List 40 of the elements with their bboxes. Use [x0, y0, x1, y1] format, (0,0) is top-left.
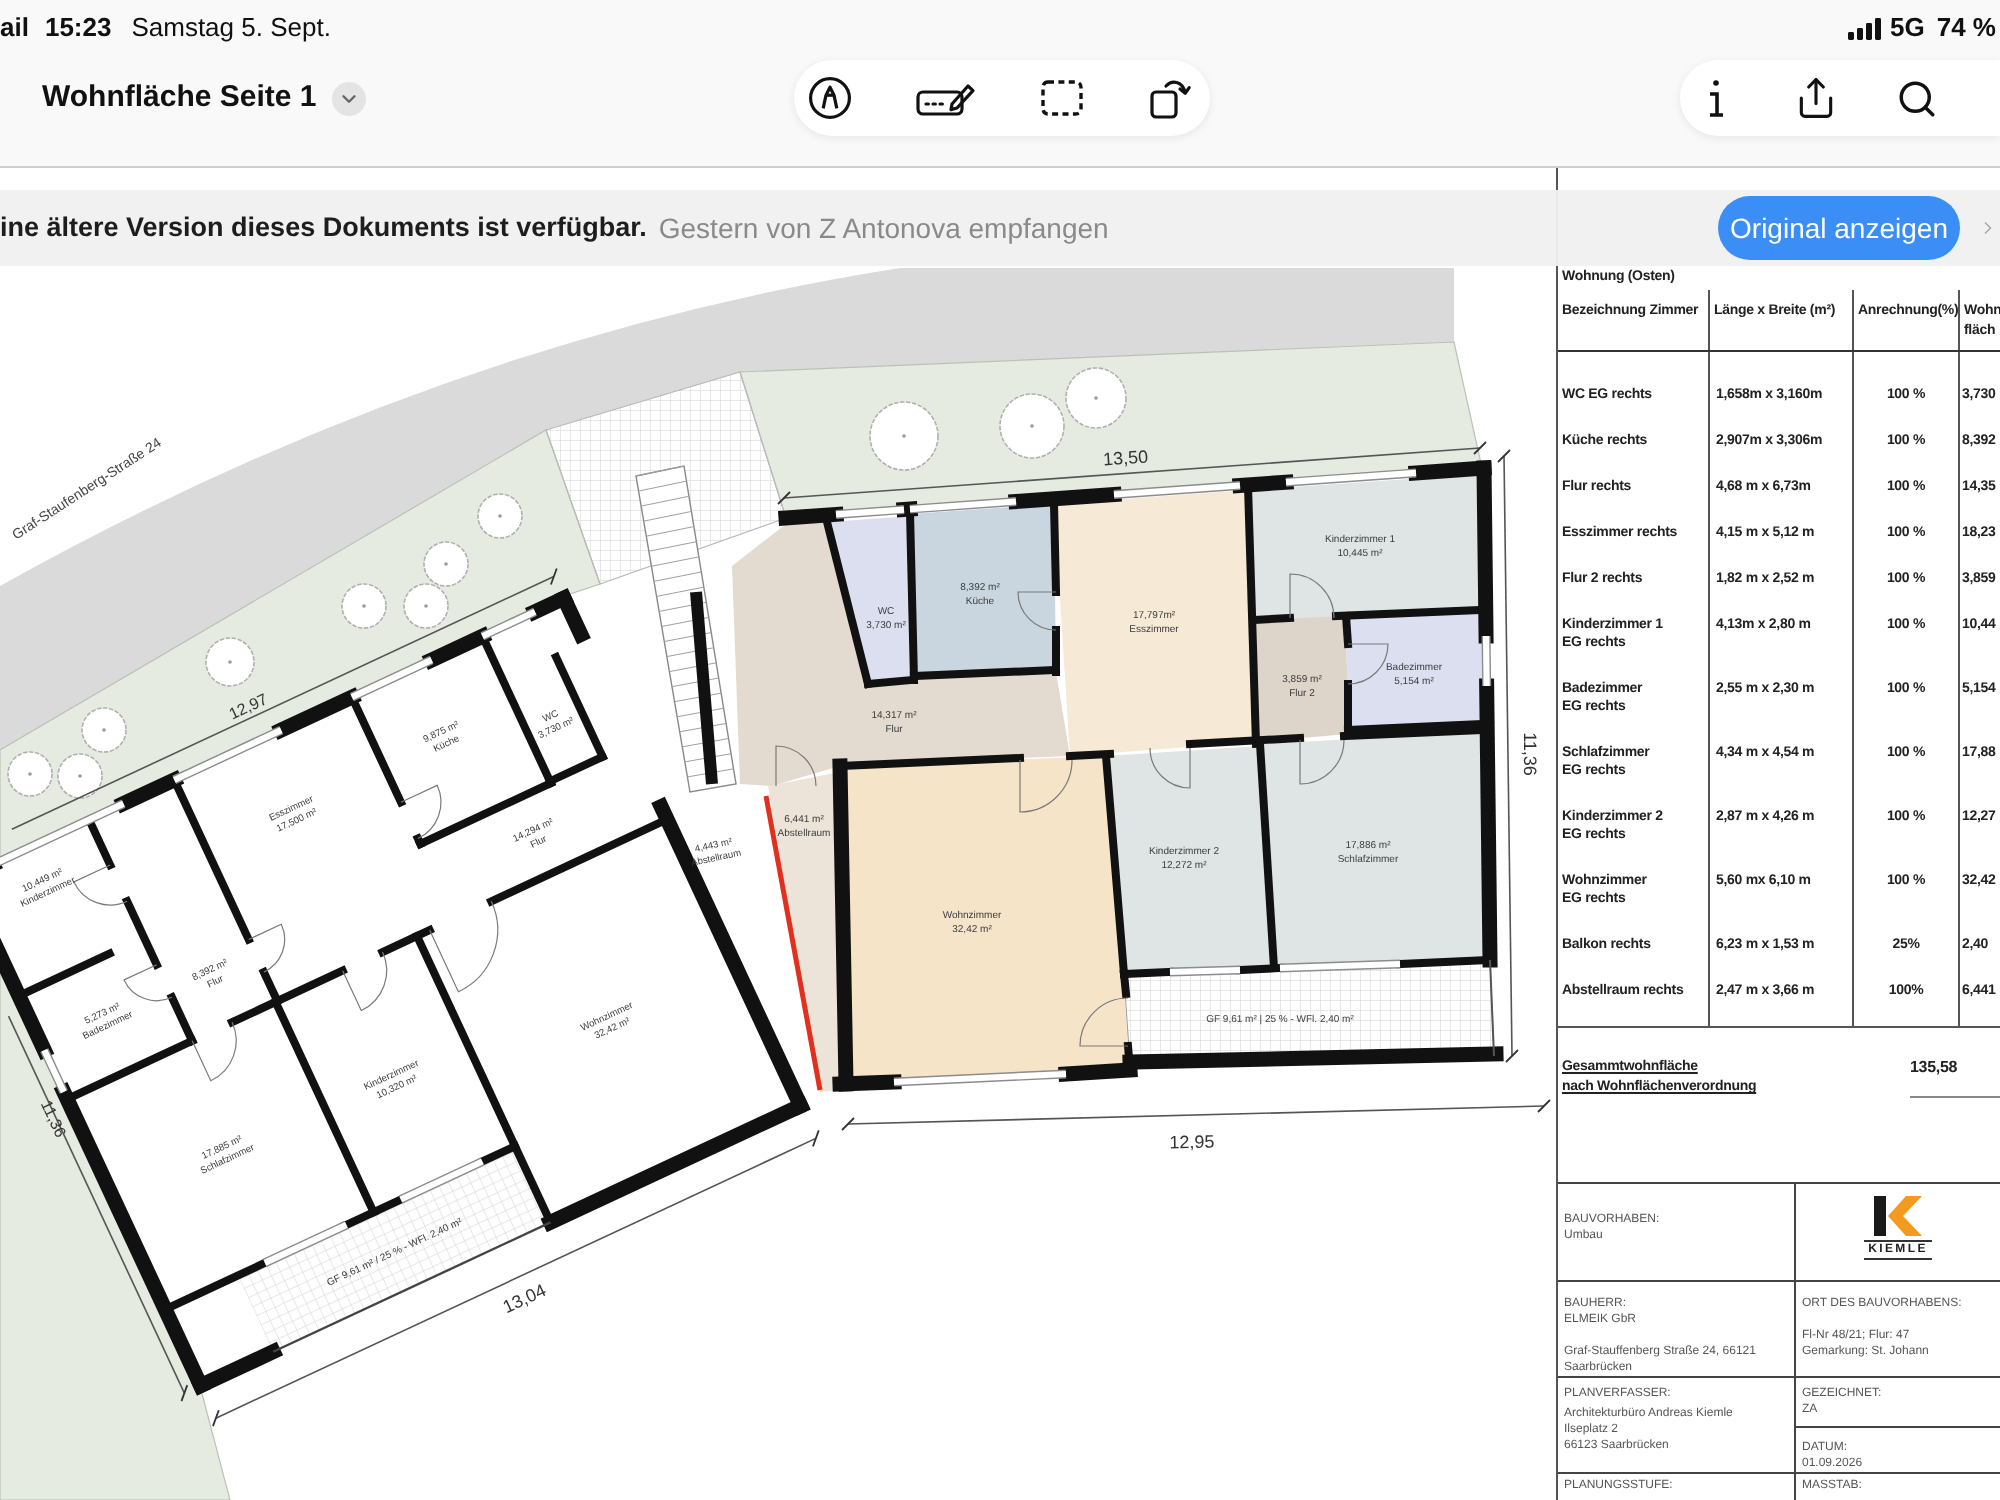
back-to-app-link[interactable]: ail [0, 8, 29, 48]
status-date: Samstag 5. Sept. [131, 10, 331, 47]
tree-icon [477, 493, 523, 539]
logo-icon [1874, 1196, 1922, 1236]
pen-tip-icon [808, 76, 852, 120]
share-icon [1794, 76, 1838, 120]
banner-detail: Gestern von Z Antonova empfangen [658, 209, 1109, 248]
tree-icon [1065, 367, 1127, 429]
battery-label: 74 % [1936, 10, 1996, 47]
tree-icon [999, 393, 1065, 459]
tree-icon [7, 751, 53, 797]
tree-icon [869, 401, 939, 471]
dimension-label: 13,50 [1102, 446, 1149, 470]
dimension-label: 13,04 [499, 1280, 549, 1318]
network-label: 5G [1890, 10, 1925, 47]
signal-icon [1848, 17, 1883, 39]
rotate-icon [1148, 76, 1192, 120]
dashed-square-icon [1040, 76, 1084, 120]
share-button[interactable] [1794, 76, 1838, 120]
info-icon [1708, 78, 1724, 118]
dimension-label: 12,97 [226, 690, 271, 724]
search-button[interactable] [1894, 76, 1938, 120]
title-menu-button[interactable] [332, 81, 367, 115]
tree-icon [57, 753, 103, 799]
dimension-label: 11,36 [1520, 732, 1540, 776]
rotate-button[interactable] [1148, 76, 1192, 120]
selection-button[interactable] [1040, 76, 1084, 120]
search-icon [1895, 77, 1937, 119]
dimension-label: 12,95 [1169, 1131, 1215, 1153]
tree-icon [81, 707, 127, 753]
tree-icon [403, 583, 449, 629]
status-time: 15:23 [44, 10, 112, 47]
banner-message: ine ältere Version dieses Dokuments ist verfügbar. [0, 209, 647, 246]
markup-button[interactable] [808, 76, 852, 120]
tree-icon [205, 637, 255, 687]
tree-icon [341, 583, 387, 629]
tree-icon [423, 541, 469, 587]
dimension-label: 11,36 [36, 1097, 70, 1141]
document-title: Wohnfläche Seite 1 [42, 77, 317, 118]
total-value: 135,58 [1910, 1058, 1960, 1078]
